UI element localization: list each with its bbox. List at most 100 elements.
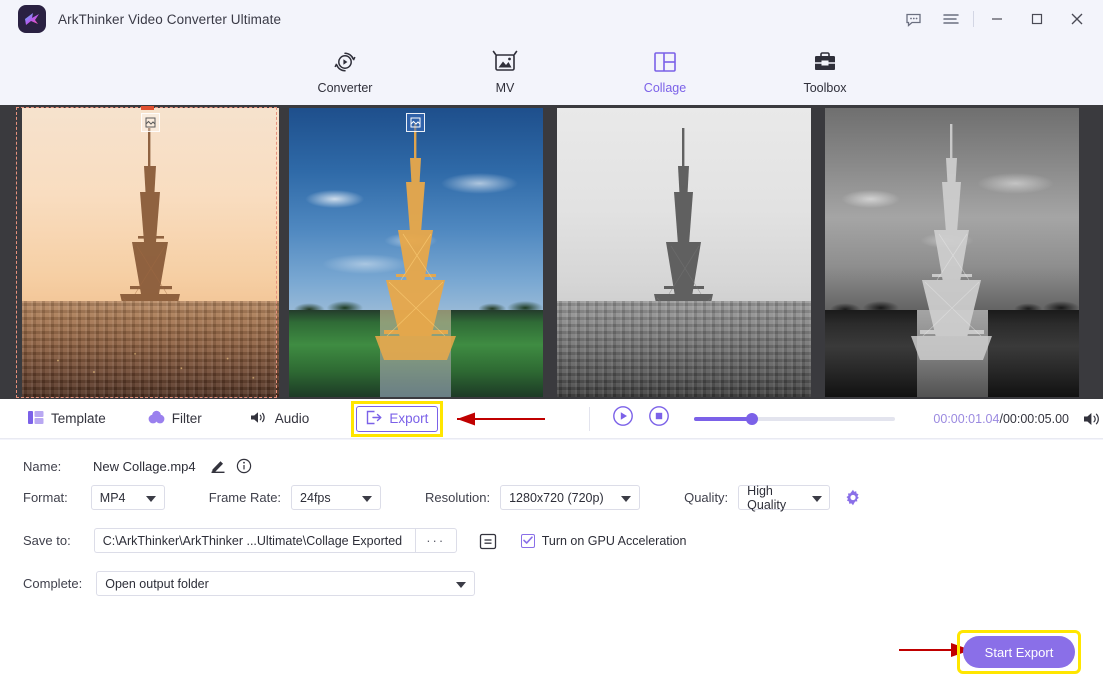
maximize-button[interactable]	[1017, 0, 1057, 38]
chat-bubble-icon[interactable]	[894, 0, 932, 38]
mv-icon	[492, 49, 518, 75]
stop-circle-icon[interactable]	[648, 405, 670, 432]
tab-template[interactable]: Template	[28, 410, 106, 428]
quality-label: Quality:	[684, 490, 729, 505]
resolution-value: 1280x720 (720p)	[509, 490, 604, 505]
volume-icon[interactable]	[1083, 411, 1103, 427]
eiffel-tower-grayscale-night[interactable]	[825, 107, 1080, 397]
pencil-icon[interactable]	[210, 458, 226, 474]
crop-badge-icon[interactable]	[140, 112, 160, 132]
gear-icon[interactable]	[844, 489, 862, 507]
close-button[interactable]	[1057, 0, 1097, 38]
playback-slider-fill	[694, 416, 753, 421]
toolbox-icon	[812, 49, 838, 75]
playback-slider-handle[interactable]	[746, 412, 759, 425]
minimize-button[interactable]	[977, 0, 1017, 38]
app-window: ArkThinker Video Converter Ultimate Conv…	[0, 0, 1103, 699]
tab-template-label: Template	[51, 411, 106, 426]
chevron-down-icon	[621, 495, 632, 502]
gpu-acceleration-label: Turn on GPU Acceleration	[541, 533, 687, 548]
app-logo-icon	[18, 5, 46, 33]
tab-export-label: Export	[389, 411, 429, 426]
gpu-acceleration-toggle[interactable]: Turn on GPU Acceleration	[520, 533, 687, 548]
main-nav: Converter MV Collage Toolbox	[0, 38, 1103, 105]
editor-toolbar: Template Filter Audio Export 00:00:01.04…	[0, 399, 1103, 439]
tab-converter-label: Converter	[317, 80, 373, 95]
tab-toolbox[interactable]: Toolbox	[780, 49, 870, 95]
timecode-total: 00:00:05.00	[1002, 411, 1069, 426]
collage-cell-1[interactable]	[0, 105, 283, 399]
chevron-down-icon	[145, 495, 156, 502]
template-icon	[28, 410, 44, 428]
start-export-highlight: Start Export	[957, 630, 1081, 674]
chevron-down-icon	[812, 495, 823, 502]
app-title: ArkThinker Video Converter Ultimate	[58, 11, 282, 27]
browse-button[interactable]: ···	[414, 528, 457, 553]
tab-collage[interactable]: Collage	[620, 49, 710, 95]
checkmark-icon	[522, 536, 533, 544]
quality-select[interactable]: High Quality	[738, 483, 831, 512]
collage-cell-2[interactable]	[283, 105, 548, 399]
crop-badge-icon[interactable]	[405, 112, 425, 132]
resolution-label: Resolution:	[425, 490, 491, 505]
saveto-path-input[interactable]: C:\ArkThinker\ArkThinker ...Ultimate\Col…	[93, 528, 415, 553]
name-value: New Collage.mp4	[93, 458, 196, 474]
complete-select[interactable]: Open output folder	[96, 571, 476, 596]
timecode-current: 00:00:01.04	[933, 411, 1000, 426]
collage-cell-3[interactable]	[548, 105, 817, 399]
tab-export[interactable]: Export	[356, 405, 439, 432]
export-arrow-icon	[366, 410, 382, 428]
eiffel-tower-night-blue[interactable]	[288, 107, 543, 397]
tab-audio-label: Audio	[274, 411, 310, 426]
chevron-down-icon	[362, 495, 373, 502]
complete-value: Open output folder	[105, 576, 209, 591]
framerate-select[interactable]: 24fps	[291, 485, 382, 510]
speaker-icon	[250, 410, 268, 428]
name-row: Name: New Collage.mp4	[23, 458, 252, 474]
divider	[973, 11, 974, 27]
complete-row: Complete: Open output folder	[23, 571, 476, 596]
tab-mv[interactable]: MV	[460, 49, 550, 95]
playback-slider[interactable]	[694, 412, 896, 425]
export-settings-panel: Name: New Collage.mp4 Format: MP4 Frame …	[0, 440, 1103, 699]
tab-collage-label: Collage	[643, 80, 687, 95]
framerate-label: Frame Rate:	[208, 490, 282, 505]
title-bar: ArkThinker Video Converter Ultimate	[0, 0, 1103, 38]
window-controls	[894, 0, 1103, 38]
name-label: Name:	[23, 458, 62, 474]
collage-cell-4[interactable]	[816, 105, 1103, 399]
saveto-label: Save to:	[23, 533, 71, 548]
tab-mv-label: MV	[495, 80, 515, 95]
chevron-down-icon	[456, 581, 467, 588]
eiffel-tower-sunset[interactable]	[22, 107, 280, 397]
format-select[interactable]: MP4	[90, 485, 165, 510]
play-circle-icon[interactable]	[612, 405, 634, 432]
saveto-row: Save to: C:\ArkThinker\ArkThinker ...Ult…	[23, 528, 686, 553]
collage-icon	[652, 49, 678, 75]
divider	[589, 406, 591, 431]
resolution-select[interactable]: 1280x720 (720p)	[500, 485, 641, 510]
hamburger-menu-icon[interactable]	[932, 0, 970, 38]
converter-icon	[332, 49, 358, 75]
tab-filter[interactable]: Filter	[148, 410, 202, 428]
export-tab-highlight: Export	[351, 400, 444, 437]
tab-converter[interactable]: Converter	[300, 49, 390, 95]
info-circle-icon[interactable]	[236, 458, 252, 474]
tab-audio[interactable]: Audio	[250, 410, 310, 428]
open-folder-icon[interactable]	[477, 531, 499, 551]
gpu-checkbox[interactable]	[520, 533, 535, 548]
format-row: Format: MP4 Frame Rate: 24fps Resolution…	[23, 483, 862, 512]
format-label: Format:	[23, 490, 68, 505]
filter-droplets-icon	[148, 410, 165, 428]
framerate-value: 24fps	[300, 490, 331, 505]
collage-preview	[0, 105, 1103, 399]
saveto-path-value: C:\ArkThinker\ArkThinker ...Ultimate\Col…	[102, 533, 403, 548]
tab-toolbox-label: Toolbox	[803, 80, 847, 95]
eiffel-tower-grayscale-day[interactable]	[557, 107, 812, 397]
tab-filter-label: Filter	[171, 411, 202, 426]
export-pointer-arrow	[457, 411, 561, 427]
format-value: MP4	[99, 490, 126, 505]
quality-value: High Quality	[747, 483, 787, 512]
start-export-button[interactable]: Start Export	[963, 636, 1075, 668]
complete-label: Complete:	[23, 576, 83, 591]
